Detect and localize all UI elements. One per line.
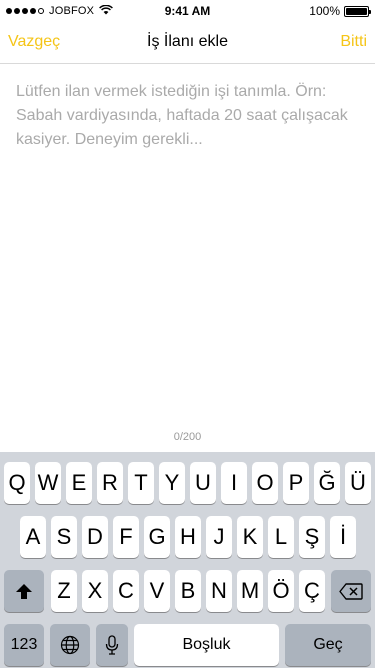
key-q[interactable]: Q bbox=[4, 462, 30, 504]
key-g-breve[interactable]: Ğ bbox=[314, 462, 340, 504]
key-v[interactable]: V bbox=[144, 570, 170, 612]
key-d[interactable]: D bbox=[82, 516, 108, 558]
key-w[interactable]: W bbox=[35, 462, 61, 504]
key-p[interactable]: P bbox=[283, 462, 309, 504]
microphone-key[interactable] bbox=[96, 624, 128, 666]
backspace-key[interactable] bbox=[331, 570, 371, 612]
key-e[interactable]: E bbox=[66, 462, 92, 504]
key-b[interactable]: B bbox=[175, 570, 201, 612]
battery-percent: 100% bbox=[309, 4, 340, 18]
key-f[interactable]: F bbox=[113, 516, 139, 558]
key-g[interactable]: G bbox=[144, 516, 170, 558]
key-k[interactable]: K bbox=[237, 516, 263, 558]
keyboard: Q W E R T Y U I O P Ğ Ü A S D F G H J K … bbox=[0, 452, 375, 668]
key-c[interactable]: C bbox=[113, 570, 139, 612]
key-y[interactable]: Y bbox=[159, 462, 185, 504]
job-description-input[interactable] bbox=[16, 80, 361, 410]
key-r[interactable]: R bbox=[97, 462, 123, 504]
navigation-bar: Vazgeç İş İlanı ekle Bitti bbox=[0, 22, 375, 64]
globe-key[interactable] bbox=[50, 624, 90, 666]
space-key[interactable]: Boşluk bbox=[134, 624, 279, 666]
key-z[interactable]: Z bbox=[51, 570, 77, 612]
shift-icon bbox=[15, 583, 33, 600]
status-right: 100% bbox=[309, 4, 371, 18]
key-m[interactable]: M bbox=[237, 570, 263, 612]
cancel-button[interactable]: Vazgeç bbox=[8, 33, 60, 51]
key-a[interactable]: A bbox=[20, 516, 46, 558]
key-n[interactable]: N bbox=[206, 570, 232, 612]
key-t[interactable]: T bbox=[128, 462, 154, 504]
shift-key[interactable] bbox=[4, 570, 44, 612]
key-c-cedilla[interactable]: Ç bbox=[299, 570, 325, 612]
key-s-cedilla[interactable]: Ş bbox=[299, 516, 325, 558]
key-u-umlaut[interactable]: Ü bbox=[345, 462, 371, 504]
key-i[interactable]: I bbox=[221, 462, 247, 504]
key-u[interactable]: U bbox=[190, 462, 216, 504]
battery-icon bbox=[344, 5, 371, 17]
key-o-umlaut[interactable]: Ö bbox=[268, 570, 294, 612]
numbers-key[interactable]: 123 bbox=[4, 624, 44, 666]
key-j[interactable]: J bbox=[206, 516, 232, 558]
key-l[interactable]: L bbox=[268, 516, 294, 558]
key-h[interactable]: H bbox=[175, 516, 201, 558]
done-button[interactable]: Bitti bbox=[340, 33, 367, 51]
key-i-dotted[interactable]: İ bbox=[330, 516, 356, 558]
return-key[interactable]: Geç bbox=[285, 624, 371, 666]
key-o[interactable]: O bbox=[252, 462, 278, 504]
key-x[interactable]: X bbox=[82, 570, 108, 612]
key-s[interactable]: S bbox=[51, 516, 77, 558]
globe-icon bbox=[60, 635, 80, 655]
microphone-icon bbox=[105, 635, 119, 655]
backspace-icon bbox=[339, 582, 363, 600]
status-bar: JOBFOX 9:41 AM 100% bbox=[0, 0, 375, 22]
character-counter: 0/200 bbox=[173, 431, 202, 443]
